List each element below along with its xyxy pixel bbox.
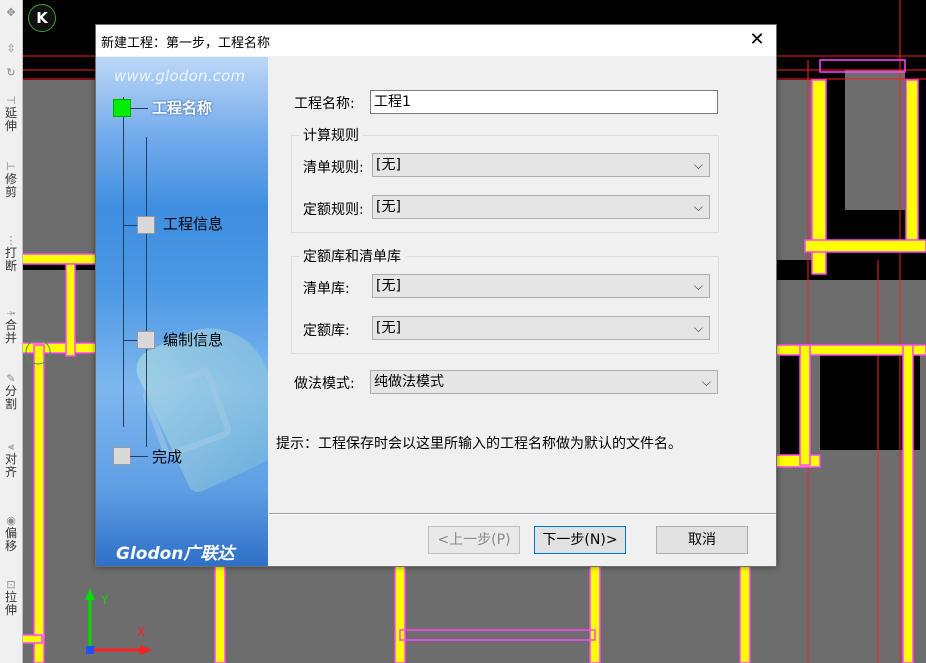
- list-rule-label: 清单规则:: [303, 160, 364, 176]
- quota-lib-select[interactable]: [无] ⌵: [372, 316, 710, 340]
- wizard-side-panel: www.glodon.com 工程名称 工程信息 编制信息 完成 Glodon广…: [96, 57, 268, 566]
- dialog-titlebar[interactable]: 新建工程：第一步，工程名称 ✕: [96, 25, 776, 56]
- tool-merge-label: 合并: [4, 318, 17, 345]
- step-marker-active: [113, 99, 131, 117]
- quota-rule-select[interactable]: [无] ⌵: [372, 195, 710, 219]
- axis-y-label: Y: [100, 593, 109, 607]
- cad-left-toolbar: ✥ ⇳ ↻ ⊣ 延伸 ⊢ 修剪 ⋮ 打断 ⤞ 合并 ✎ 分割 ⫷ 对齐 ◉ 偏移 ⊡ 拉伸: [0, 0, 23, 663]
- list-rule-value: [无]: [376, 157, 401, 173]
- project-name-label: 工程名称:: [294, 96, 355, 112]
- hint-text: 提示：工程保存时会以这里所输入的工程名称做为默认的文件名。: [276, 436, 682, 452]
- list-lib-label: 清单库:: [303, 281, 350, 297]
- quota-rule-label: 定额规则:: [303, 202, 364, 218]
- grid-axis-marker-k: K: [28, 4, 56, 32]
- move-tool-icon[interactable]: ⇳: [0, 42, 22, 55]
- chevron-down-icon: ⌵: [693, 200, 703, 214]
- method-mode-value: 纯做法模式: [374, 374, 444, 390]
- chevron-down-icon: ⌵: [693, 158, 703, 172]
- step-marker: [137, 216, 155, 234]
- tool-trim[interactable]: ⊢ 修剪: [0, 160, 22, 199]
- quota-lib-label: 定额库:: [303, 323, 350, 339]
- tool-merge[interactable]: ⤞ 合并: [0, 306, 22, 345]
- method-mode-select[interactable]: 纯做法模式 ⌵: [370, 370, 718, 394]
- tool-trim-label: 修剪: [4, 172, 17, 199]
- chevron-down-icon: ⌵: [701, 375, 711, 389]
- tool-align-label: 对齐: [4, 452, 17, 479]
- chevron-down-icon: ⌵: [693, 321, 703, 335]
- chevron-down-icon: ⌵: [693, 279, 703, 293]
- new-project-dialog: 新建工程：第一步，工程名称 ✕ www.glodon.com 工程名称 工程信息…: [95, 24, 777, 567]
- step-project-name: 工程名称: [152, 99, 213, 117]
- step-project-info: 工程信息: [163, 215, 224, 233]
- tool-split[interactable]: ✎ 分割: [0, 372, 22, 411]
- project-name-input[interactable]: 工程1: [370, 90, 718, 114]
- tool-offset[interactable]: ◉ 偏移: [0, 514, 22, 553]
- list-lib-value: [无]: [376, 278, 401, 294]
- axis-x-label: X: [137, 625, 145, 639]
- step-tick: [130, 108, 148, 109]
- tool-offset-label: 偏移: [4, 526, 17, 553]
- tool-break[interactable]: ⋮ 打断: [0, 234, 22, 273]
- quota-lib-value: [无]: [376, 320, 401, 336]
- tool-break-label: 打断: [4, 246, 17, 273]
- tool-stretch[interactable]: ⊡ 拉伸: [0, 578, 22, 617]
- step-marker: [113, 447, 131, 465]
- button-separator: [269, 513, 776, 515]
- tool-split-label: 分割: [4, 384, 17, 411]
- step-marker: [137, 331, 155, 349]
- rotate-tool-icon[interactable]: ↻: [0, 66, 22, 79]
- step-connector-line: [146, 137, 147, 447]
- glodon-logo: Glodon广联达: [116, 544, 235, 564]
- step-compile-info: 编制信息: [163, 331, 224, 349]
- next-step-button[interactable]: 下一步(N)>: [534, 526, 626, 554]
- wizard-content: 工程名称: 工程1 计算规则 清单规则: [无] ⌵ 定额规则: [无] ⌵ 定…: [269, 57, 776, 566]
- step-connector-line: [123, 97, 124, 427]
- list-rule-select[interactable]: [无] ⌵: [372, 153, 710, 177]
- list-lib-select[interactable]: [无] ⌵: [372, 274, 710, 298]
- pan-tool-icon[interactable]: ✥: [0, 6, 22, 19]
- quota-rule-value: [无]: [376, 199, 401, 215]
- side-url: www.glodon.com: [114, 67, 246, 85]
- tool-stretch-label: 拉伸: [4, 590, 17, 617]
- libraries-title: 定额库和清单库: [299, 246, 405, 266]
- dialog-title: 新建工程：第一步，工程名称: [101, 36, 271, 51]
- prev-step-button[interactable]: <上一步(P): [428, 526, 520, 554]
- method-mode-label: 做法模式:: [294, 376, 355, 392]
- calc-rules-title: 计算规则: [299, 125, 363, 145]
- tool-extend[interactable]: ⊣ 延伸: [0, 94, 22, 133]
- step-tick: [130, 456, 148, 457]
- tool-extend-label: 延伸: [4, 106, 17, 133]
- tool-align[interactable]: ⫷ 对齐: [0, 440, 22, 479]
- cancel-button[interactable]: 取消: [656, 526, 748, 554]
- step-finish: 完成: [152, 448, 183, 466]
- close-icon[interactable]: ✕: [744, 27, 770, 53]
